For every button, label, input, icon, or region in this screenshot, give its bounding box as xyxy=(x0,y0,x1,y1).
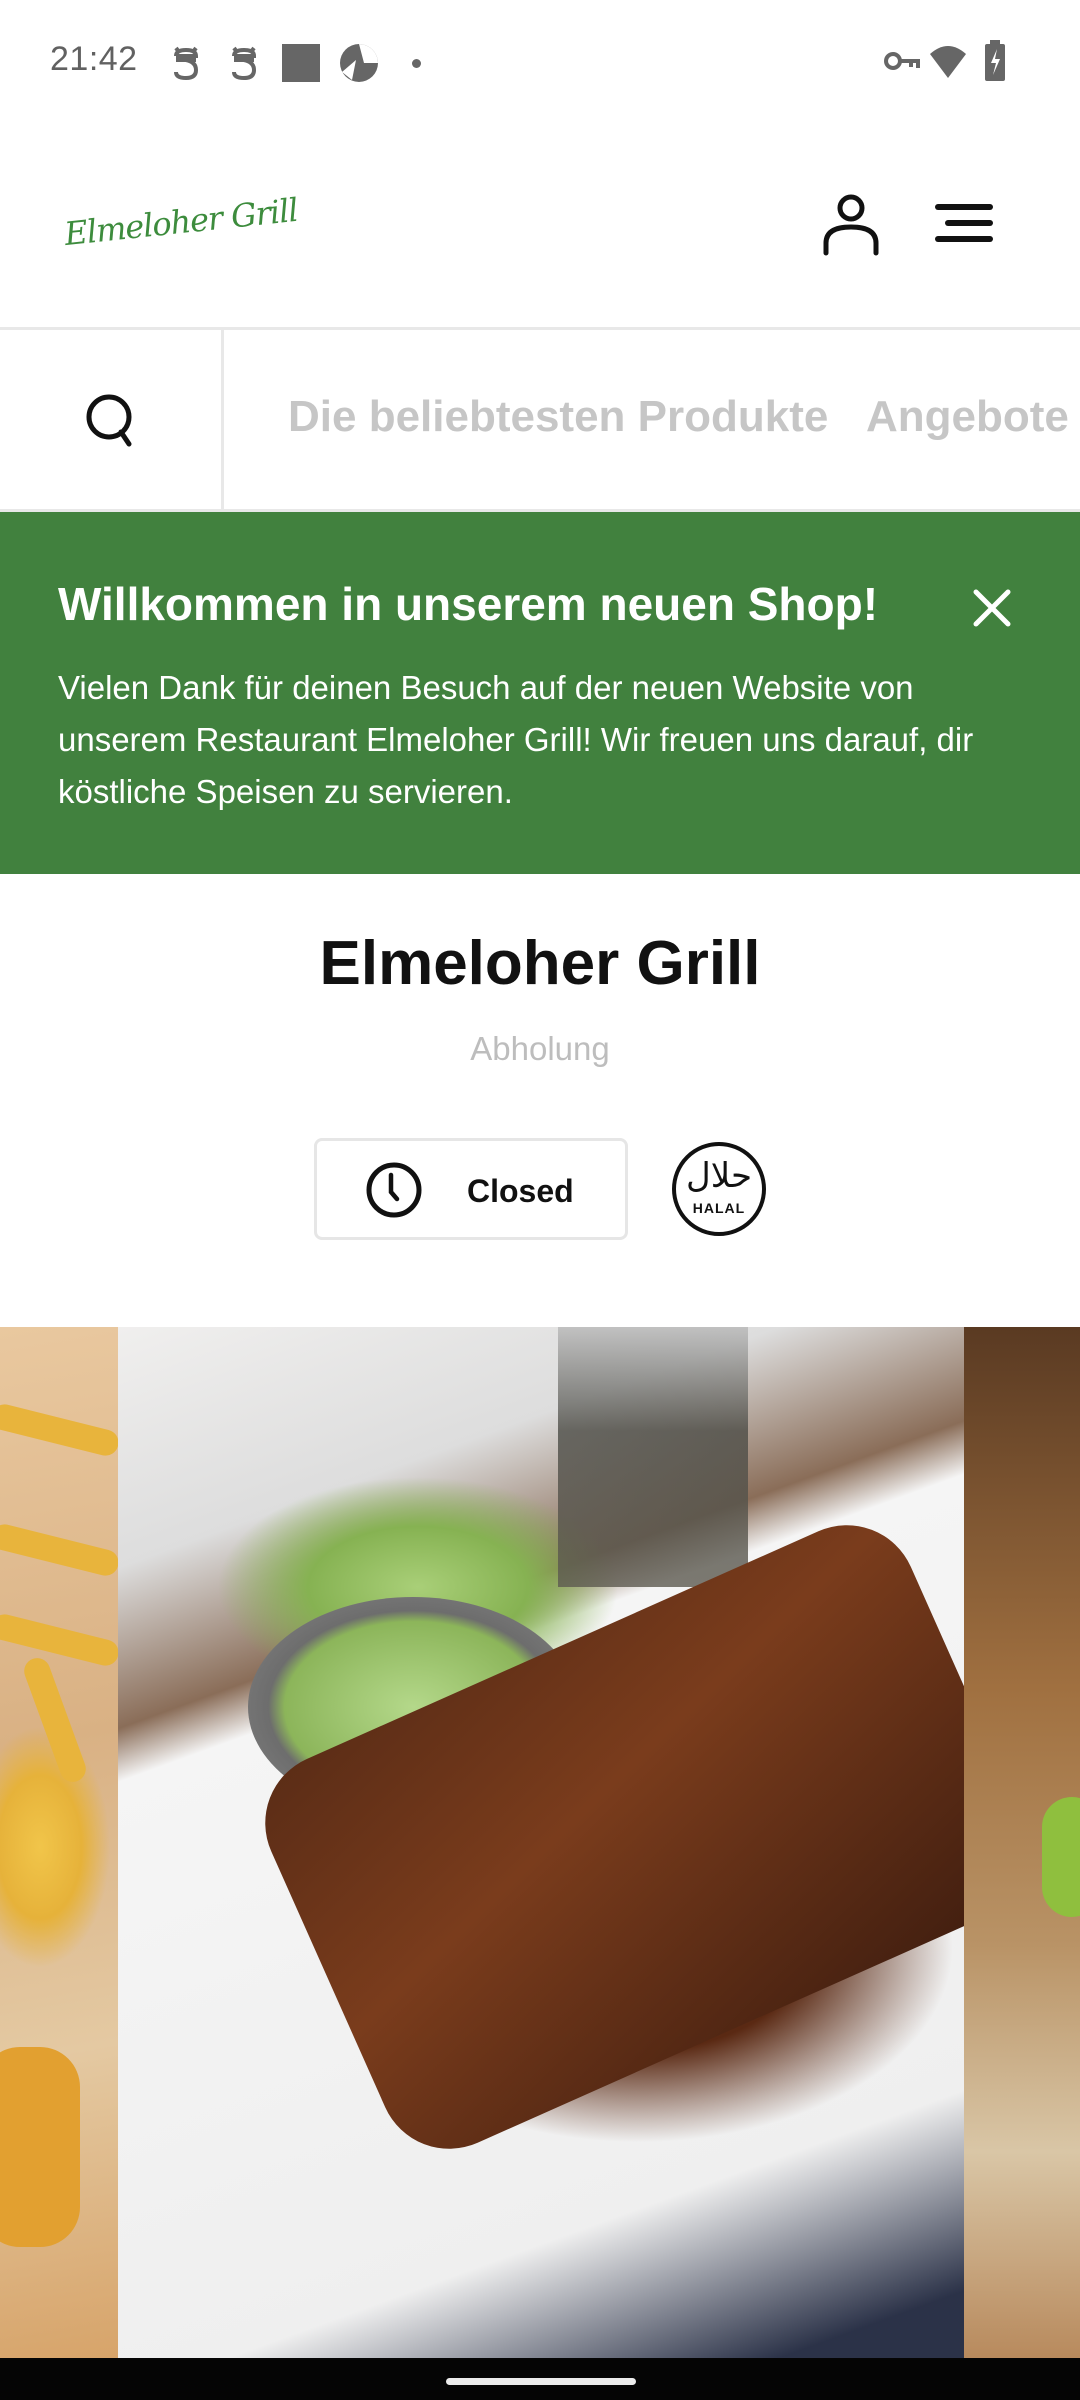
halal-badge: حلال HALAL xyxy=(672,1142,766,1236)
carousel-slide-ribs[interactable] xyxy=(118,1327,964,2358)
menu-button[interactable] xyxy=(934,201,994,251)
halal-label: HALAL xyxy=(692,1200,746,1216)
category-tab-popular[interactable]: Die beliebtesten Produkte xyxy=(288,392,828,442)
image-carousel[interactable] xyxy=(0,1327,1080,2358)
halal-arabic-text: حلال xyxy=(685,1156,752,1196)
more-notifications-dot xyxy=(412,59,421,68)
category-tab-offers[interactable]: Angebote xyxy=(866,392,1069,442)
notification-s-icon xyxy=(228,44,260,89)
wifi-icon xyxy=(928,44,968,85)
welcome-banner: Willkommen in unserem neuen Shop! Vielen… xyxy=(0,512,1080,874)
site-header: Elmeloher Grill xyxy=(0,125,1080,330)
search-button[interactable] xyxy=(0,330,224,509)
account-button[interactable] xyxy=(818,191,884,257)
order-mode[interactable]: Abholung xyxy=(0,1030,1080,1068)
banner-title: Willkommen in unserem neuen Shop! xyxy=(58,578,879,630)
close-icon xyxy=(973,589,1011,627)
aperture-app-icon xyxy=(338,42,380,89)
battery-charging-icon xyxy=(984,40,1006,87)
search-icon xyxy=(86,394,131,446)
category-nav: Die beliebtesten Produkte Angebote xyxy=(0,330,1080,512)
notification-s-icon xyxy=(170,44,202,89)
system-nav-bar xyxy=(0,2358,1080,2400)
banner-text: Vielen Dank für deinen Besuch auf der ne… xyxy=(58,669,974,810)
user-icon xyxy=(823,194,879,256)
vpn-key-icon xyxy=(884,50,920,81)
opening-hours-button[interactable]: Closed xyxy=(314,1138,628,1240)
banner-close-button[interactable] xyxy=(968,584,1016,632)
carousel-slide-fish-and-chips[interactable] xyxy=(0,1327,118,2358)
home-gesture-handle[interactable] xyxy=(446,2378,636,2385)
shop-name: Elmeloher Grill xyxy=(319,929,761,998)
logo[interactable]: Elmeloher Grill xyxy=(63,191,300,253)
clock-icon xyxy=(366,1162,422,1218)
status-time: 21:42 xyxy=(50,40,138,78)
carousel-slide-burger[interactable] xyxy=(964,1327,1080,2358)
status-bar: 21:42 xyxy=(0,0,1080,125)
square-app-icon xyxy=(282,44,320,82)
menu-icon xyxy=(935,204,993,242)
hours-status: Closed xyxy=(467,1173,574,1209)
